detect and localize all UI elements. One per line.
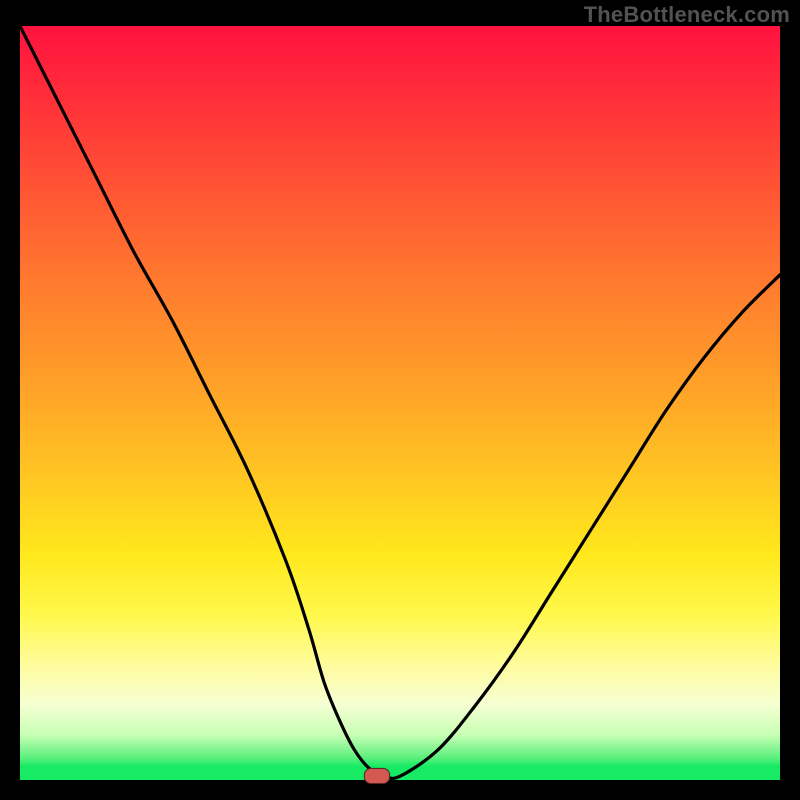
watermark-text: TheBottleneck.com <box>584 2 790 28</box>
plot-area <box>20 26 780 780</box>
bottleneck-curve <box>20 26 780 780</box>
minimum-marker <box>364 768 390 784</box>
chart-frame: TheBottleneck.com <box>0 0 800 800</box>
